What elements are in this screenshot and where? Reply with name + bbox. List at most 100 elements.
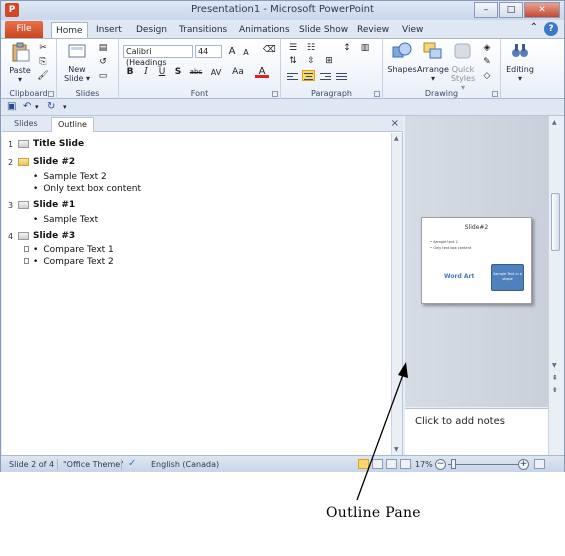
editing-button[interactable]: Editing ▾ bbox=[503, 41, 537, 83]
character-spacing-button[interactable]: AV bbox=[207, 66, 225, 79]
bold-button[interactable]: B bbox=[123, 66, 137, 79]
maximize-button[interactable]: □ bbox=[499, 2, 523, 18]
font-size-field[interactable]: 44 bbox=[195, 45, 222, 58]
text-direction-icon[interactable]: ⇅ bbox=[287, 56, 299, 67]
quick-styles-button[interactable]: Quick Styles ▾ bbox=[449, 41, 477, 92]
font-launcher[interactable] bbox=[272, 91, 278, 97]
undo-icon[interactable]: ↶ bbox=[23, 101, 31, 113]
slide-bullet[interactable]: Sample text 2 bbox=[430, 240, 457, 244]
next-slide-icon[interactable]: ⇟ bbox=[552, 386, 558, 394]
outline-bullet[interactable]: Sample Text bbox=[33, 215, 98, 225]
slide-editing-pane[interactable]: Slide#2 Sample text 2 Only text box cont… bbox=[405, 116, 548, 407]
align-center-button[interactable] bbox=[302, 70, 315, 81]
paragraph-launcher[interactable] bbox=[374, 91, 380, 97]
outline-slide-3[interactable]: 3 Slide #1 bbox=[8, 200, 75, 210]
outline-scrollbar[interactable]: ▲ ▼ bbox=[391, 133, 402, 455]
layout-icon[interactable]: ▤ bbox=[97, 43, 109, 54]
zoom-slider-thumb[interactable] bbox=[451, 459, 456, 469]
slide-bullet[interactable]: Only text box content bbox=[430, 246, 471, 250]
format-painter-icon[interactable]: 🖌 bbox=[37, 71, 49, 82]
align-text-icon[interactable]: ⇳ bbox=[305, 56, 317, 67]
help-icon[interactable]: ? bbox=[544, 22, 558, 36]
underline-button[interactable]: U bbox=[155, 66, 169, 79]
clipboard-launcher[interactable] bbox=[48, 91, 54, 97]
font-name-field[interactable]: Calibri (Headings bbox=[123, 45, 193, 67]
strikethrough-button[interactable]: abc bbox=[187, 66, 205, 79]
numbering-icon[interactable]: ☷ bbox=[305, 43, 317, 54]
outline-bullet[interactable]: Compare Text 1 bbox=[33, 245, 113, 255]
smartart-icon[interactable]: ⊞ bbox=[323, 56, 335, 67]
font-color-button[interactable]: A bbox=[255, 65, 269, 78]
slide-canvas[interactable]: Slide#2 Sample text 2 Only text box cont… bbox=[421, 217, 532, 304]
slide-sorter-view-icon[interactable] bbox=[372, 459, 383, 469]
word-art[interactable]: Word Art bbox=[444, 273, 474, 280]
paste-button[interactable]: Paste ▾ bbox=[7, 42, 33, 84]
zoom-in-button[interactable]: + bbox=[518, 459, 529, 470]
tab-insert[interactable]: Insert bbox=[92, 22, 126, 39]
reading-view-icon[interactable] bbox=[386, 459, 397, 469]
theme-name[interactable]: "Office Theme" bbox=[63, 460, 124, 469]
bullets-icon[interactable]: ☰ bbox=[287, 43, 299, 54]
slide-shape[interactable]: Sample Text in a shape bbox=[491, 264, 524, 291]
shape-fill-icon[interactable]: ◈ bbox=[481, 43, 493, 54]
outline-bullet[interactable]: Only text box content bbox=[33, 184, 141, 194]
tab-home[interactable]: Home bbox=[51, 22, 88, 39]
zoom-out-button[interactable]: − bbox=[435, 459, 446, 470]
grow-font-button[interactable]: A bbox=[225, 45, 239, 58]
tab-review[interactable]: Review bbox=[353, 22, 393, 39]
slide-scrollbar[interactable]: ▲ ▼ ⇞ ⇟ bbox=[548, 116, 562, 455]
shadow-button[interactable]: S bbox=[171, 66, 185, 79]
scroll-down-icon[interactable]: ▼ bbox=[552, 362, 557, 369]
copy-icon[interactable]: ⎘ bbox=[37, 57, 49, 68]
clear-formatting-icon[interactable]: ⌫ bbox=[263, 45, 276, 56]
tab-view[interactable]: View bbox=[398, 22, 427, 39]
close-pane-icon[interactable]: × bbox=[391, 118, 399, 129]
normal-view-icon[interactable] bbox=[358, 459, 369, 469]
italic-button[interactable]: I bbox=[139, 66, 153, 79]
reset-icon[interactable]: ↺ bbox=[97, 57, 109, 68]
outline-content[interactable]: 1 Title Slide 2 Slide #2 Sample Text 2 O… bbox=[2, 133, 391, 455]
drawing-launcher[interactable] bbox=[492, 91, 498, 97]
tab-transitions[interactable]: Transitions bbox=[175, 22, 231, 39]
columns-icon[interactable]: ▥ bbox=[359, 43, 371, 54]
tab-slides[interactable]: Slides bbox=[8, 117, 44, 132]
undo-dropdown-icon[interactable]: ▾ bbox=[35, 101, 39, 113]
scroll-up-icon[interactable]: ▲ bbox=[552, 119, 557, 126]
tab-animations[interactable]: Animations bbox=[235, 22, 294, 39]
zoom-level[interactable]: 17% bbox=[415, 460, 433, 469]
customize-qat-icon[interactable]: ▾ bbox=[63, 101, 67, 113]
previous-slide-icon[interactable]: ⇞ bbox=[552, 374, 558, 382]
align-right-button[interactable] bbox=[319, 71, 332, 82]
arrange-button[interactable]: Arrange ▾ bbox=[417, 41, 449, 83]
shapes-button[interactable]: Shapes bbox=[387, 41, 417, 74]
outline-slide-1[interactable]: 1 Title Slide bbox=[8, 139, 84, 149]
align-left-button[interactable] bbox=[286, 71, 299, 82]
language-indicator[interactable]: English (Canada) bbox=[151, 460, 219, 469]
zoom-slider[interactable] bbox=[448, 464, 518, 465]
minimize-button[interactable]: – bbox=[474, 2, 498, 18]
notes-pane[interactable]: Click to add notes bbox=[405, 408, 548, 455]
outline-bullet[interactable]: Sample Text 2 bbox=[33, 172, 106, 182]
minimize-ribbon-icon[interactable]: ⌃ bbox=[530, 22, 538, 36]
outline-slide-4[interactable]: 4 Slide #3 bbox=[8, 231, 75, 241]
close-button[interactable]: ✕ bbox=[524, 2, 560, 18]
shrink-font-button[interactable]: A bbox=[239, 46, 253, 59]
outline-slide-2[interactable]: 2 Slide #2 bbox=[8, 157, 75, 167]
cut-icon[interactable]: ✂ bbox=[37, 43, 49, 54]
shape-effects-icon[interactable]: ◇ bbox=[481, 71, 493, 82]
tab-outline[interactable]: Outline bbox=[51, 117, 94, 132]
section-icon[interactable]: ▭ bbox=[97, 71, 109, 82]
scroll-down-icon[interactable]: ▼ bbox=[394, 446, 399, 453]
shape-outline-icon[interactable]: ✎ bbox=[481, 57, 493, 68]
notes-placeholder[interactable]: Click to add notes bbox=[415, 416, 505, 427]
save-icon[interactable]: ▣ bbox=[7, 101, 16, 113]
spell-check-icon[interactable]: ✓ bbox=[128, 458, 136, 469]
scroll-thumb[interactable] bbox=[551, 193, 560, 251]
slide-title-text[interactable]: Slide#2 bbox=[422, 224, 531, 231]
outline-bullet[interactable]: Compare Text 2 bbox=[33, 257, 113, 267]
new-slide-button[interactable]: New Slide ▾ bbox=[63, 41, 91, 83]
slide-show-view-icon[interactable] bbox=[400, 459, 411, 469]
change-case-button[interactable]: Aa bbox=[229, 66, 247, 79]
tab-design[interactable]: Design bbox=[132, 22, 171, 39]
redo-icon[interactable]: ↻ bbox=[47, 101, 55, 113]
